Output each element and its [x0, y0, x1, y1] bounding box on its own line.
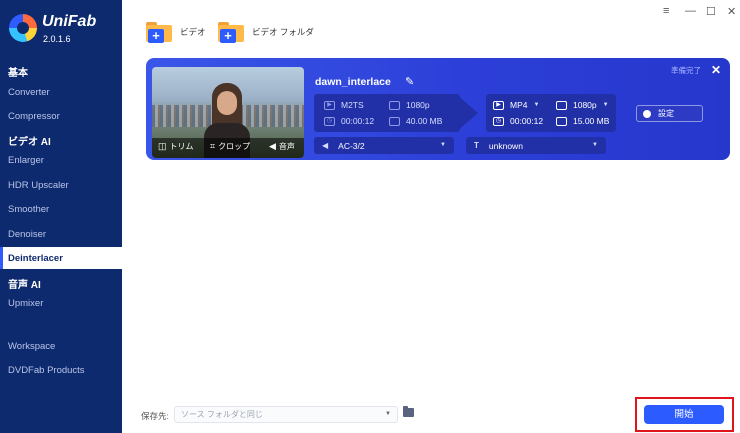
output-folder-value: ソース フォルダと同じ [181, 410, 263, 419]
trim-icon: ◫ [158, 141, 167, 151]
save-to-label: 保存先: [141, 411, 169, 421]
close-window-icon[interactable]: ✕ [727, 5, 736, 18]
monitor-icon [389, 100, 400, 110]
chevron-down-icon: ▼ [440, 142, 446, 148]
clock-icon: ◷ [493, 116, 504, 126]
sidebar: UniFab 2.0.1.6 基本 Converter Compressor ビ… [0, 0, 122, 433]
source-resolution: 1080p [389, 100, 430, 110]
sidebar-item-label: Deinterlacer [8, 253, 63, 264]
gear-icon [643, 109, 651, 118]
sidebar-item-deinterlacer[interactable]: Deinterlacer [0, 247, 122, 269]
clock-icon: ◷ [324, 116, 335, 126]
unifab-logo-icon [9, 14, 37, 42]
settings-label: 設定 [658, 109, 674, 118]
subtitle-value: unknown [488, 140, 523, 151]
section-basic: 基本 [8, 68, 28, 79]
sidebar-item-dvdfab-products[interactable]: DVDFab Products [8, 365, 85, 376]
audio-track-value: AC-3/2 [338, 140, 365, 151]
menu-icon[interactable]: ≡ [663, 5, 669, 17]
source-size: 40.00 MB [389, 116, 442, 126]
sidebar-item-workspace[interactable]: Workspace [8, 341, 55, 352]
audio-track-select[interactable]: ◀ AC-3/2 ▼ [314, 137, 454, 154]
open-folder-icon[interactable] [403, 406, 414, 417]
output-folder-select[interactable]: ソース フォルダと同じ ▼ [174, 406, 398, 423]
chevron-down-icon: ▼ [533, 102, 540, 108]
app-name: UniFab [42, 13, 97, 30]
speaker-icon: ◀ [322, 141, 329, 150]
section-video-ai: ビデオ AI [8, 137, 51, 148]
audio-button[interactable]: ◀ 音声 [269, 141, 295, 152]
video-thumbnail[interactable]: ◫ トリム ⌗ クロップ ◀ 音声 [152, 67, 304, 158]
chevron-down-icon: ▼ [385, 411, 391, 417]
output-resolution-select[interactable]: 1080p ▼ [556, 100, 609, 110]
remove-task-icon[interactable]: ✕ [711, 63, 721, 77]
crop-button[interactable]: ⌗ クロップ [210, 141, 250, 152]
maximize-icon[interactable]: ☐ [706, 5, 716, 18]
file-size-icon [389, 116, 400, 126]
monitor-icon [556, 100, 567, 110]
edit-name-icon[interactable]: ✎ [405, 75, 414, 88]
sidebar-item-smoother[interactable]: Smoother [8, 204, 49, 215]
sidebar-item-converter[interactable]: Converter [8, 87, 50, 98]
add-folder-label: ビデオ フォルダ [252, 27, 314, 37]
output-format-select[interactable]: ▶ MP4 ▼ [493, 100, 539, 110]
minimize-icon[interactable]: — [685, 5, 696, 17]
add-folder-button[interactable]: + ビデオ フォルダ [218, 20, 314, 44]
output-duration: ◷ 00:00:12 [493, 116, 543, 126]
chevron-down-icon: ▼ [602, 102, 609, 108]
file-size-icon [556, 116, 567, 126]
add-video-label: ビデオ [180, 27, 206, 37]
settings-button[interactable]: 設定 [636, 105, 703, 122]
add-video-icon: + [146, 22, 172, 43]
crop-icon: ⌗ [210, 141, 216, 151]
convert-arrow-icon [456, 94, 478, 132]
sidebar-item-hdr-upscaler[interactable]: HDR Upscaler [8, 180, 69, 191]
video-icon: ▶ [493, 100, 504, 110]
sidebar-item-compressor[interactable]: Compressor [8, 111, 60, 122]
task-status: 準備完了 [671, 66, 701, 75]
sidebar-item-denoiser[interactable]: Denoiser [8, 229, 46, 240]
sidebar-item-upmixer[interactable]: Upmixer [8, 298, 43, 309]
section-audio-ai: 音声 AI [8, 280, 41, 291]
trim-button[interactable]: ◫ トリム [158, 141, 194, 152]
text-icon: T [474, 141, 479, 150]
app-version: 2.0.1.6 [43, 34, 71, 44]
video-icon: ▶ [324, 100, 335, 110]
add-video-button[interactable]: + ビデオ [146, 20, 206, 44]
source-duration: ◷ 00:00:12 [324, 116, 374, 126]
chevron-down-icon: ▼ [592, 142, 598, 148]
start-button[interactable]: 開始 [644, 405, 724, 424]
source-format: ▶ M2TS [324, 100, 364, 110]
add-folder-icon: + [218, 22, 244, 43]
task-filename: dawn_interlace [315, 76, 391, 88]
sidebar-item-enlarger[interactable]: Enlarger [8, 155, 44, 166]
output-size: 15.00 MB [556, 116, 609, 126]
speaker-icon: ◀ [269, 141, 276, 151]
subtitle-select[interactable]: T unknown ▼ [466, 137, 606, 154]
